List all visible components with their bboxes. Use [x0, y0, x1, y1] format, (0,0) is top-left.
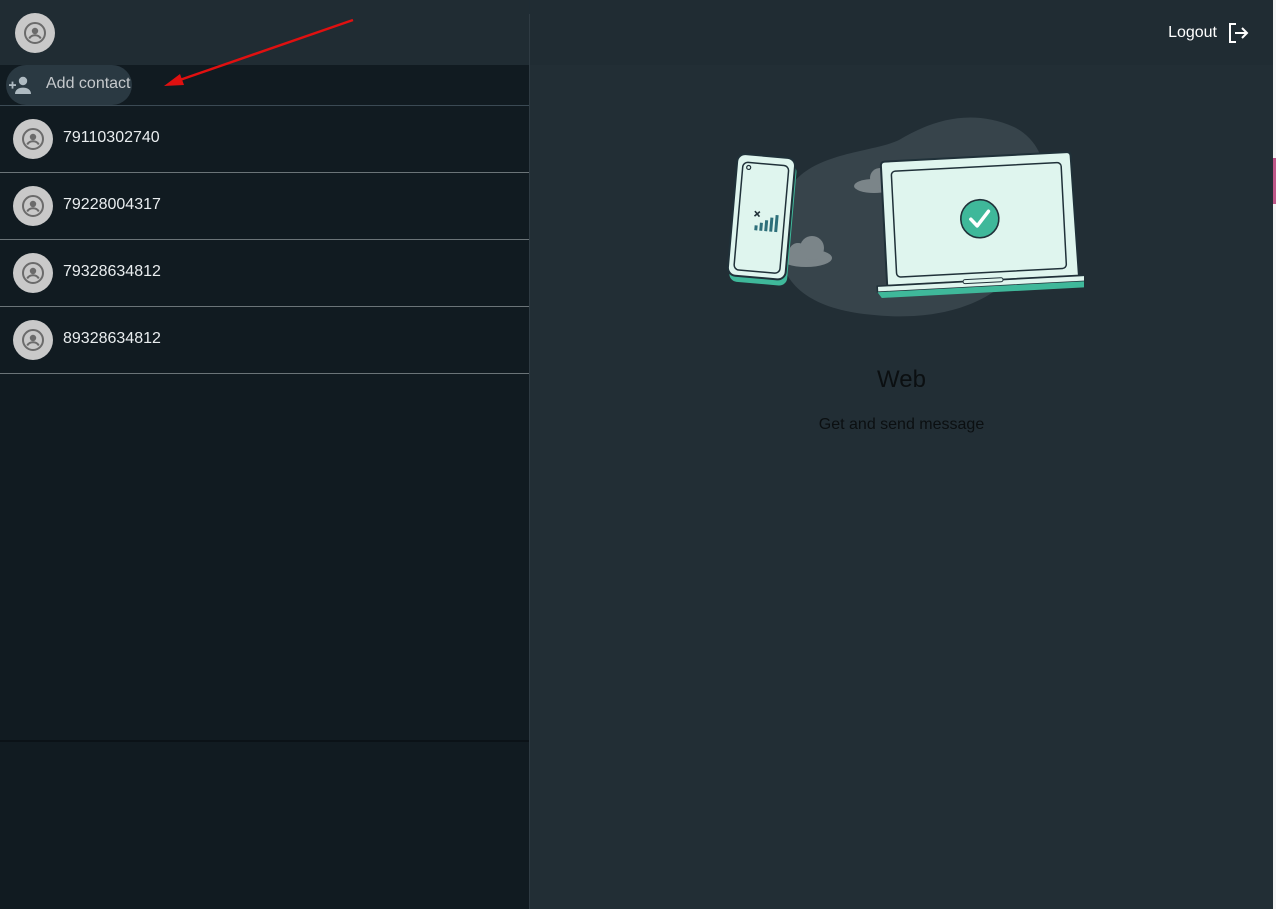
sidebar-footer-divider — [0, 740, 529, 742]
add-contact-button[interactable]: Add contact — [0, 65, 529, 106]
app-window: Add contact 79110302740 79228004317 7932… — [0, 0, 1276, 909]
add-contact-label: Add contact — [46, 75, 131, 92]
user-avatar-icon — [22, 195, 44, 217]
profile-avatar[interactable] — [15, 13, 55, 53]
logout-label: Logout — [1168, 24, 1217, 41]
avatar — [13, 253, 53, 293]
avatar — [13, 186, 53, 226]
sidebar: Add contact 79110302740 79228004317 7932… — [0, 0, 529, 909]
main-header: Logout — [530, 0, 1273, 65]
contact-phone: 79328634812 — [63, 263, 161, 280]
person-add-icon — [9, 76, 31, 94]
contact-list: 79110302740 79228004317 79328634812 8932… — [0, 106, 529, 374]
contact-phone: 79110302740 — [63, 129, 160, 146]
user-avatar-icon — [22, 262, 44, 284]
contact-phone: 89328634812 — [63, 330, 161, 347]
contact-phone: 79228004317 — [63, 196, 161, 213]
phone-icon — [726, 153, 797, 286]
main-panel: Logout Web Get and send message — [530, 0, 1273, 909]
intro-title: Web — [877, 366, 926, 393]
contact-item[interactable]: 79228004317 — [0, 173, 529, 240]
user-avatar-icon — [22, 329, 44, 351]
logout-icon — [1229, 23, 1249, 43]
user-avatar-icon — [24, 22, 46, 44]
intro-illustration — [726, 117, 1084, 317]
contact-item[interactable]: 79328634812 — [0, 240, 529, 307]
contact-item[interactable]: 89328634812 — [0, 307, 529, 374]
intro-subtitle: Get and send message — [818, 416, 985, 433]
sidebar-header — [0, 0, 529, 65]
laptop-icon — [876, 151, 1084, 298]
avatar — [13, 320, 53, 360]
avatar — [13, 119, 53, 159]
logout-button[interactable]: Logout — [1168, 22, 1249, 44]
user-avatar-icon — [22, 128, 44, 150]
contact-item[interactable]: 79110302740 — [0, 106, 529, 173]
